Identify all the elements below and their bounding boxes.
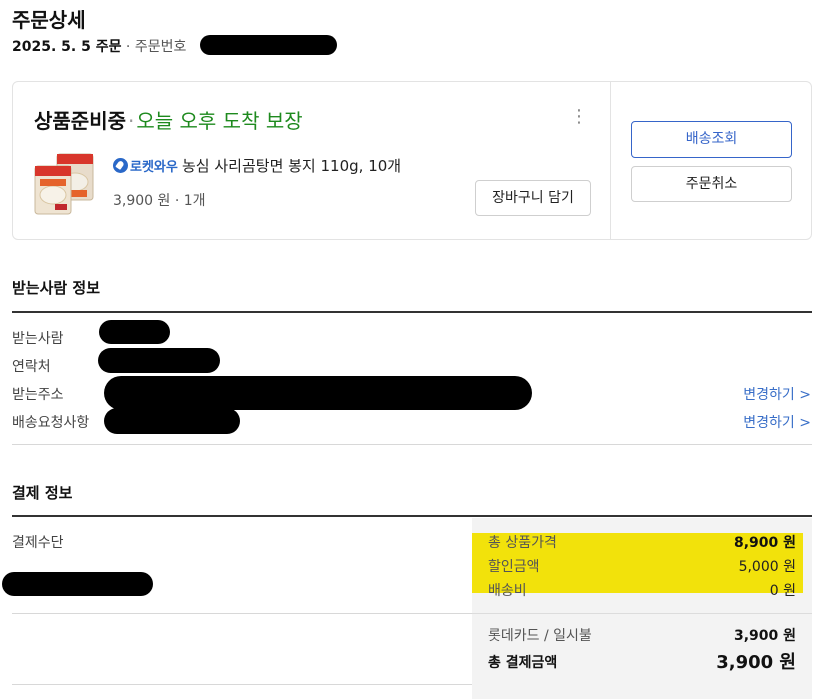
redacted-recipient-name — [99, 320, 170, 344]
order-number-label: · 주문번호 — [125, 39, 187, 55]
change-request-link[interactable]: 변경하기 > — [743, 412, 811, 432]
discount-amount-value: 5,000 원 — [738, 559, 796, 575]
redacted-order-number — [200, 35, 337, 55]
card-divider — [610, 82, 611, 239]
redacted-address — [104, 376, 532, 410]
recipient-name-label: 받는사람 — [12, 331, 64, 347]
redacted-delivery-request — [104, 408, 240, 434]
cancel-order-button[interactable]: 주문취소 — [631, 166, 792, 202]
total-payment-label: 총 결제금액 — [488, 655, 558, 671]
order-status: 상품준비중 · 오늘 오후 도착 보장 — [34, 105, 303, 134]
rocket-icon — [113, 158, 128, 173]
product-thumbnail[interactable] — [33, 152, 95, 216]
order-meta: 2025. 5. 5 주문 · 주문번호 — [12, 36, 186, 56]
redacted-payment-method — [2, 572, 153, 596]
order-date: 2025. 5. 5 주문 — [12, 39, 122, 55]
payment-section-line — [12, 515, 812, 517]
shipping-fee-label: 배송비 — [488, 583, 527, 599]
more-options-icon[interactable]: ⋮ — [570, 107, 588, 127]
add-to-cart-button[interactable]: 장바구니 담기 — [475, 180, 591, 216]
payment-summary-divider — [472, 613, 812, 614]
arrival-guarantee: 오늘 오후 도착 보장 — [136, 109, 303, 133]
recipient-section-title: 받는사람 정보 — [12, 279, 101, 297]
payment-section-title: 결제 정보 — [12, 484, 73, 502]
recipient-phone-label: 연락처 — [12, 359, 51, 375]
product-name-link[interactable]: 농심 사리곰탕면 봉지 110g, 10개 — [182, 155, 401, 176]
recipient-bottom-divider — [12, 444, 812, 445]
change-address-link[interactable]: 변경하기 > — [743, 384, 811, 404]
track-delivery-button[interactable]: 배송조회 — [631, 121, 792, 158]
rocket-badge-label: 로켓와우 — [130, 160, 178, 175]
recipient-address-label: 받는주소 — [12, 387, 64, 403]
page-title: 주문상세 — [12, 8, 86, 32]
noodle-package-image — [34, 153, 94, 215]
total-product-price-label: 총 상품가격 — [488, 535, 557, 551]
shipping-fee-value: 0 원 — [769, 583, 796, 599]
redacted-phone — [98, 348, 220, 373]
card-payment-value: 3,900 원 — [733, 628, 796, 644]
recipient-section-line — [12, 311, 812, 313]
total-product-price-value: 8,900 원 — [733, 535, 796, 551]
payment-left-divider — [12, 613, 472, 614]
rocket-wow-badge: 로켓와우 — [113, 156, 178, 175]
order-card: 상품준비중 · 오늘 오후 도착 보장 ⋮ 로켓와우 농심 사리곰탕면 봉지 110… — [12, 81, 812, 240]
product-price-quantity: 3,900 원 · 1개 — [113, 193, 206, 209]
status-label: 상품준비중 — [34, 109, 126, 133]
total-payment-value: 3,900 원 — [716, 652, 796, 673]
payment-method-label: 결제수단 — [12, 535, 64, 551]
card-payment-label: 롯데카드 / 일시불 — [488, 628, 592, 644]
status-separator: · — [128, 109, 135, 133]
delivery-request-label: 배송요청사항 — [12, 415, 90, 431]
discount-amount-label: 할인금액 — [488, 559, 540, 575]
payment-left-bottom-divider — [12, 684, 472, 685]
